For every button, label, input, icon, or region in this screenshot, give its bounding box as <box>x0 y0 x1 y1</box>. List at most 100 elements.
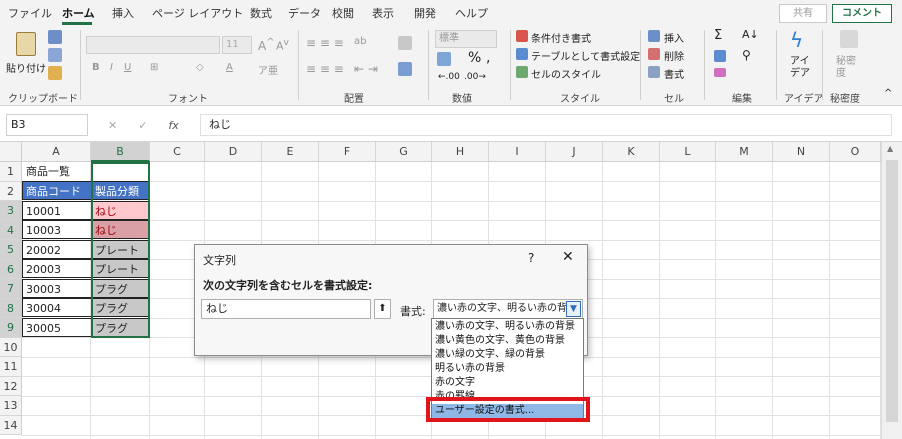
column-header[interactable]: C <box>150 142 205 162</box>
tab-review[interactable]: 校閲 <box>332 5 354 21</box>
table-cell[interactable]: プレート <box>91 259 150 278</box>
paste-icon[interactable] <box>16 32 36 56</box>
table-cell[interactable]: 30004 <box>22 298 92 317</box>
indent-icon[interactable]: ⇤ ⇥ <box>354 62 378 76</box>
scrollbar-thumb[interactable] <box>886 160 898 422</box>
sort-filter-icon[interactable]: A↓ <box>742 28 759 41</box>
column-header[interactable]: A <box>22 142 91 162</box>
comment-button[interactable]: コメント <box>832 4 892 23</box>
paste-button[interactable]: 貼り付け <box>6 60 46 75</box>
row-header[interactable]: 6 <box>0 259 22 279</box>
fill-color-icon[interactable]: ◇ <box>196 62 204 73</box>
table-cell[interactable]: 30005 <box>22 318 92 337</box>
copy-icon[interactable] <box>48 48 62 62</box>
collapse-ribbon-icon[interactable]: ^ <box>884 88 892 99</box>
text-input[interactable]: ねじ <box>201 299 371 319</box>
ideas-icon[interactable]: ϟ <box>790 28 803 52</box>
tab-data[interactable]: データ <box>288 5 321 21</box>
row-header[interactable]: 1 <box>0 162 22 182</box>
column-header[interactable]: J <box>546 142 603 162</box>
delete-cells-button[interactable]: 削除 <box>664 48 684 63</box>
cell-styles-button[interactable]: セルのスタイル <box>531 66 601 81</box>
row-header[interactable]: 14 <box>0 415 22 435</box>
row-header[interactable]: 11 <box>0 357 22 377</box>
table-cell[interactable]: ねじ <box>91 201 150 220</box>
share-button[interactable]: 共有 <box>779 4 827 23</box>
increase-decimal-icon[interactable]: ←.00 <box>438 72 460 82</box>
format-painter-icon[interactable] <box>48 66 62 80</box>
row-header[interactable]: 9 <box>0 318 22 338</box>
column-header[interactable]: B <box>91 142 150 162</box>
sensitivity-button[interactable]: 秘密 度 <box>836 56 856 80</box>
scroll-up-icon[interactable]: ▲ <box>887 144 893 153</box>
table-cell[interactable]: 10003 <box>22 220 92 239</box>
formula-input[interactable]: ねじ <box>200 114 892 136</box>
decrease-decimal-icon[interactable]: .00→ <box>464 72 486 82</box>
table-cell[interactable]: プラグ <box>91 318 150 337</box>
column-header[interactable]: H <box>432 142 489 162</box>
collapse-dialog-button[interactable]: ⬆ <box>374 299 391 319</box>
underline-icon[interactable]: U <box>124 62 131 73</box>
table-cell[interactable]: プラグ <box>91 298 150 317</box>
header-cell-code[interactable]: 商品コード <box>22 181 92 200</box>
border-icon[interactable]: ⊞ <box>150 62 158 73</box>
dropdown-option[interactable]: 明るい赤の背景 <box>435 362 505 376</box>
close-button[interactable]: ✕ <box>562 249 574 265</box>
font-name-box[interactable] <box>86 36 220 54</box>
phonetic-icon[interactable]: ア亜 <box>258 62 278 77</box>
conditional-format-button[interactable]: 条件付き書式 <box>531 30 591 45</box>
tab-home[interactable]: ホーム <box>62 5 95 21</box>
clear-icon[interactable] <box>714 68 726 77</box>
column-header[interactable]: L <box>660 142 716 162</box>
number-format-select[interactable]: 標準 <box>435 30 497 48</box>
column-header[interactable]: F <box>319 142 376 162</box>
dropdown-option-custom[interactable]: ユーザー設定の書式... <box>432 404 583 418</box>
increase-font-icon[interactable]: A^ <box>258 37 275 53</box>
currency-icon[interactable] <box>437 52 451 66</box>
tab-file[interactable]: ファイル <box>8 5 52 21</box>
percent-icon[interactable]: % <box>468 50 481 66</box>
dropdown-option[interactable]: 赤の罫線 <box>435 390 475 404</box>
decrease-font-icon[interactable]: Av <box>276 37 289 53</box>
merge-center-icon[interactable] <box>398 62 412 76</box>
column-header[interactable]: O <box>830 142 881 162</box>
dropdown-option[interactable]: 濃い緑の文字、緑の背景 <box>435 348 545 362</box>
format-as-table-button[interactable]: テーブルとして書式設定 <box>531 48 640 63</box>
table-cell[interactable]: プラグ <box>91 279 150 298</box>
row-header[interactable]: 4 <box>0 220 22 240</box>
cancel-icon[interactable]: ✕ <box>108 119 117 132</box>
tab-insert[interactable]: 挿入 <box>112 5 134 21</box>
column-header[interactable]: G <box>376 142 432 162</box>
tab-developer[interactable]: 開発 <box>414 5 436 21</box>
comma-icon[interactable]: , <box>486 50 490 66</box>
wrap-text-icon[interactable] <box>398 36 412 50</box>
chevron-down-icon[interactable]: ▼ <box>566 301 581 317</box>
row-header[interactable]: 7 <box>0 279 22 299</box>
help-button[interactable]: ? <box>528 251 534 265</box>
dropdown-option[interactable]: 濃い赤の文字、明るい赤の背景 <box>435 320 575 334</box>
column-header[interactable]: I <box>489 142 546 162</box>
tab-help[interactable]: ヘルプ <box>455 5 488 21</box>
cell-a1[interactable]: 商品一覧 <box>23 162 91 181</box>
table-cell[interactable]: 20003 <box>22 259 92 278</box>
column-header[interactable]: M <box>716 142 773 162</box>
insert-function-icon[interactable]: fx <box>168 119 178 132</box>
ideas-button[interactable]: アイ デア <box>790 56 810 80</box>
format-select[interactable]: 濃い赤の文字、明るい赤の背景 ▼ <box>433 299 583 319</box>
row-header[interactable]: 13 <box>0 396 22 416</box>
row-header[interactable]: 5 <box>0 240 22 260</box>
select-all-corner[interactable] <box>0 142 22 162</box>
tab-view[interactable]: 表示 <box>372 5 394 21</box>
format-cells-button[interactable]: 書式 <box>664 66 684 81</box>
find-select-icon[interactable]: ⚲ <box>742 48 751 62</box>
align-top-icon[interactable]: ≡ ≡ ≡ <box>306 36 344 50</box>
tab-formulas[interactable]: 数式 <box>250 5 272 21</box>
align-left-icon[interactable]: ≡ ≡ ≡ <box>306 62 344 76</box>
name-box[interactable]: B3 <box>6 114 88 136</box>
row-header[interactable]: 8 <box>0 298 22 318</box>
column-header[interactable]: K <box>603 142 660 162</box>
font-color-icon[interactable]: A <box>226 62 233 73</box>
cut-icon[interactable] <box>48 30 62 44</box>
table-cell[interactable]: 10001 <box>22 201 92 220</box>
table-cell[interactable]: プレート <box>91 240 150 259</box>
